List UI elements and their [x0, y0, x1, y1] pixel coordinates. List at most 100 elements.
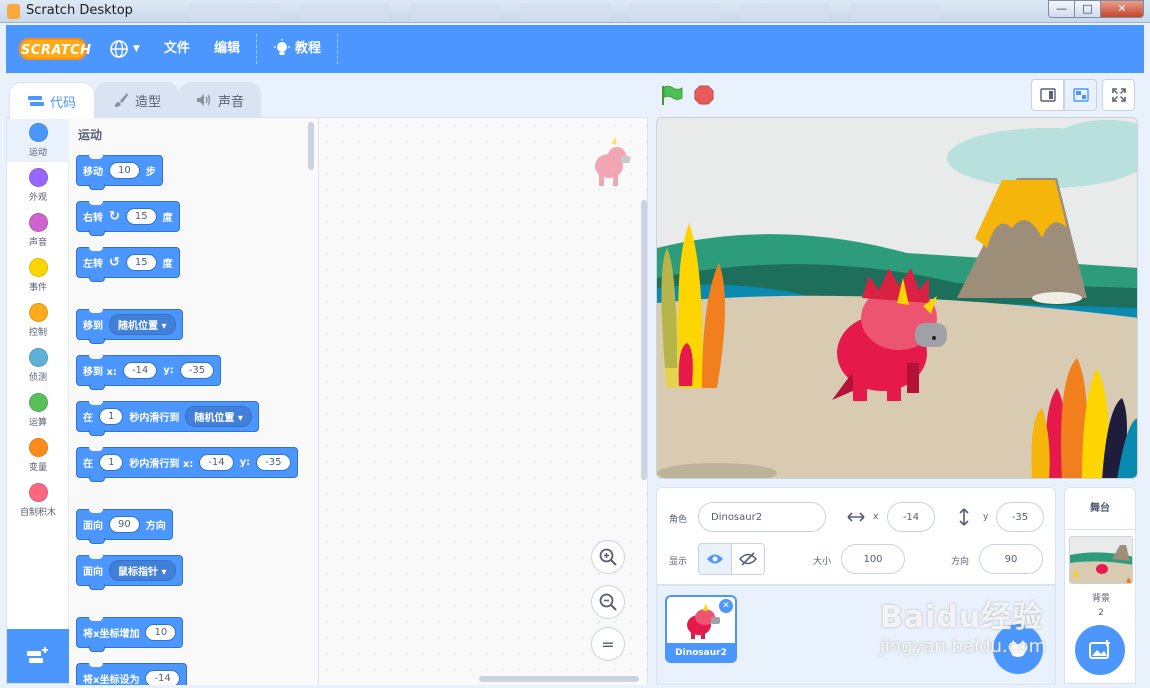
block-input[interactable]: 1: [99, 454, 124, 471]
block-point-towards[interactable]: 面向 鼠标指针 ▾: [76, 555, 183, 590]
script-workspace[interactable]: =: [319, 118, 647, 685]
category-sound[interactable]: 声音: [7, 208, 69, 252]
zoom-out-button[interactable]: [591, 585, 625, 619]
maximize-button[interactable]: □: [1074, 0, 1101, 18]
edit-menu[interactable]: 编辑: [202, 25, 252, 73]
hide-sprite-button[interactable]: [731, 543, 765, 575]
category-label: 外观: [28, 193, 47, 203]
block-set-x[interactable]: 将x坐标设为 -14: [76, 663, 187, 685]
block-input[interactable]: 90: [109, 516, 140, 533]
category-my-blocks[interactable]: 自制积木: [7, 478, 69, 522]
backdrop-count: 背景 2: [1065, 592, 1137, 620]
add-extension-button[interactable]: [7, 629, 69, 683]
menu-divider: [255, 34, 257, 64]
stage-selector[interactable]: 舞台 背景 2: [1064, 487, 1136, 684]
eye-icon: [707, 554, 723, 564]
category-control[interactable]: 控制: [7, 298, 69, 342]
tab-sounds[interactable]: 声音: [179, 82, 261, 118]
block-input[interactable]: -35: [179, 362, 215, 379]
block-text: 方向: [145, 521, 166, 532]
block-dropdown[interactable]: 随机位置 ▾: [109, 314, 176, 335]
category-looks[interactable]: 外观: [7, 163, 69, 207]
block-input[interactable]: 15: [125, 254, 157, 271]
y-input[interactable]: -35: [996, 502, 1044, 532]
block-text: 移到: [83, 321, 103, 332]
block-turn-left[interactable]: 左转 ↺ 15 度: [76, 247, 180, 282]
category-events[interactable]: 事件: [7, 253, 69, 297]
stage-thumbnail-image: [1070, 537, 1132, 583]
block-text: 移动: [83, 167, 103, 178]
tutorials-menu[interactable]: 教程: [261, 25, 333, 73]
block-text: 度: [162, 213, 173, 224]
sprite-tile[interactable]: ✕ Dinosaur2: [665, 595, 737, 663]
category-dot: [28, 213, 48, 232]
delete-sprite-button[interactable]: ✕: [719, 599, 733, 613]
palette-scrollbar[interactable]: [308, 122, 314, 170]
category-dot: [28, 393, 48, 412]
sprite-info-panel: 角色 Dinosaur2 x -14 y -35 显示 大小 100 方向 90: [656, 487, 1056, 585]
block-go-to-xy[interactable]: 移到 x: -14 y: -35: [76, 355, 222, 390]
block-turn-right[interactable]: 右转 ↻ 15 度: [76, 201, 180, 236]
stage-thumbnail[interactable]: [1069, 536, 1133, 584]
fullscreen-button[interactable]: [1102, 79, 1135, 111]
stage-backdrop-image: [657, 118, 1137, 478]
block-input[interactable]: -14: [145, 670, 180, 685]
scratch-logo[interactable]: SCRATCH: [19, 38, 91, 60]
direction-input[interactable]: 90: [979, 544, 1043, 574]
green-flag-icon[interactable]: [660, 85, 684, 105]
file-menu[interactable]: 文件: [152, 25, 202, 73]
show-label: 显示: [669, 557, 688, 567]
workspace-horizontal-scrollbar[interactable]: [479, 676, 639, 682]
block-point-direction[interactable]: 面向 90 方向: [76, 509, 173, 544]
zoom-in-button[interactable]: [591, 540, 625, 574]
zoom-reset-button[interactable]: =: [591, 627, 625, 661]
block-input[interactable]: 10: [109, 162, 140, 179]
category-sensing[interactable]: 侦测: [7, 343, 69, 387]
sprite-name-input[interactable]: Dinosaur2: [698, 502, 826, 532]
block-text: 左转: [83, 259, 103, 270]
minimize-button[interactable]: —: [1048, 0, 1075, 18]
block-input[interactable]: 10: [145, 624, 177, 641]
block-dropdown[interactable]: 鼠标指针 ▾: [109, 560, 176, 581]
tab-costumes-label: 造型: [134, 94, 161, 110]
language-menu[interactable]: ▼: [97, 25, 152, 73]
small-stage-button[interactable]: [1031, 79, 1064, 111]
close-button[interactable]: ✕: [1100, 0, 1144, 18]
fullscreen-icon: [1111, 88, 1126, 102]
category-operators[interactable]: 运算: [7, 388, 69, 432]
block-text: 右转: [83, 213, 103, 224]
code-editor: 运动 外观 声音 事件 控制 侦测 运算 变量 自制积木 运动 移动 10 步 …: [6, 117, 648, 685]
block-input[interactable]: -14: [122, 362, 158, 379]
horizontal-arrows-icon: [847, 512, 865, 522]
stop-icon[interactable]: [694, 85, 714, 105]
large-stage-button[interactable]: [1064, 79, 1097, 111]
block-input[interactable]: -14: [199, 454, 234, 471]
size-input[interactable]: 100: [841, 544, 905, 574]
choose-backdrop-button[interactable]: [1075, 625, 1125, 675]
category-dot: [28, 438, 48, 457]
ghost-tab: [300, 3, 390, 19]
block-change-x[interactable]: 将x坐标增加 10: [76, 617, 184, 652]
block-input[interactable]: -35: [256, 454, 291, 471]
category-variables[interactable]: 变量: [7, 433, 69, 477]
show-sprite-button[interactable]: [698, 543, 732, 575]
menu-bar: SCRATCH ▼ 文件 编辑 教程: [6, 25, 1144, 73]
x-input[interactable]: -14: [887, 502, 935, 532]
tab-costumes[interactable]: 造型: [95, 82, 179, 118]
category-label: 控制: [28, 328, 47, 338]
block-glide-to-xy[interactable]: 在 1 秒内滑行到 x: -14 y: -35: [76, 447, 298, 482]
block-go-to[interactable]: 移到 随机位置 ▾: [76, 309, 183, 344]
sprite-watermark-image: [595, 136, 630, 186]
x-label: x: [873, 512, 879, 522]
window-controls: — □ ✕: [1048, 0, 1144, 18]
block-input[interactable]: 1: [99, 408, 124, 425]
stage-canvas[interactable]: [656, 117, 1138, 479]
small-stage-icon: [1039, 88, 1056, 102]
block-move-steps[interactable]: 移动 10 步: [76, 155, 163, 190]
block-dropdown[interactable]: 随机位置 ▾: [185, 406, 252, 427]
block-glide-to[interactable]: 在 1 秒内滑行到 随机位置 ▾: [76, 401, 259, 436]
tab-code[interactable]: 代码: [9, 82, 95, 119]
category-motion[interactable]: 运动: [7, 118, 69, 162]
workspace-vertical-scrollbar[interactable]: [641, 200, 647, 480]
block-input[interactable]: 15: [125, 208, 157, 225]
